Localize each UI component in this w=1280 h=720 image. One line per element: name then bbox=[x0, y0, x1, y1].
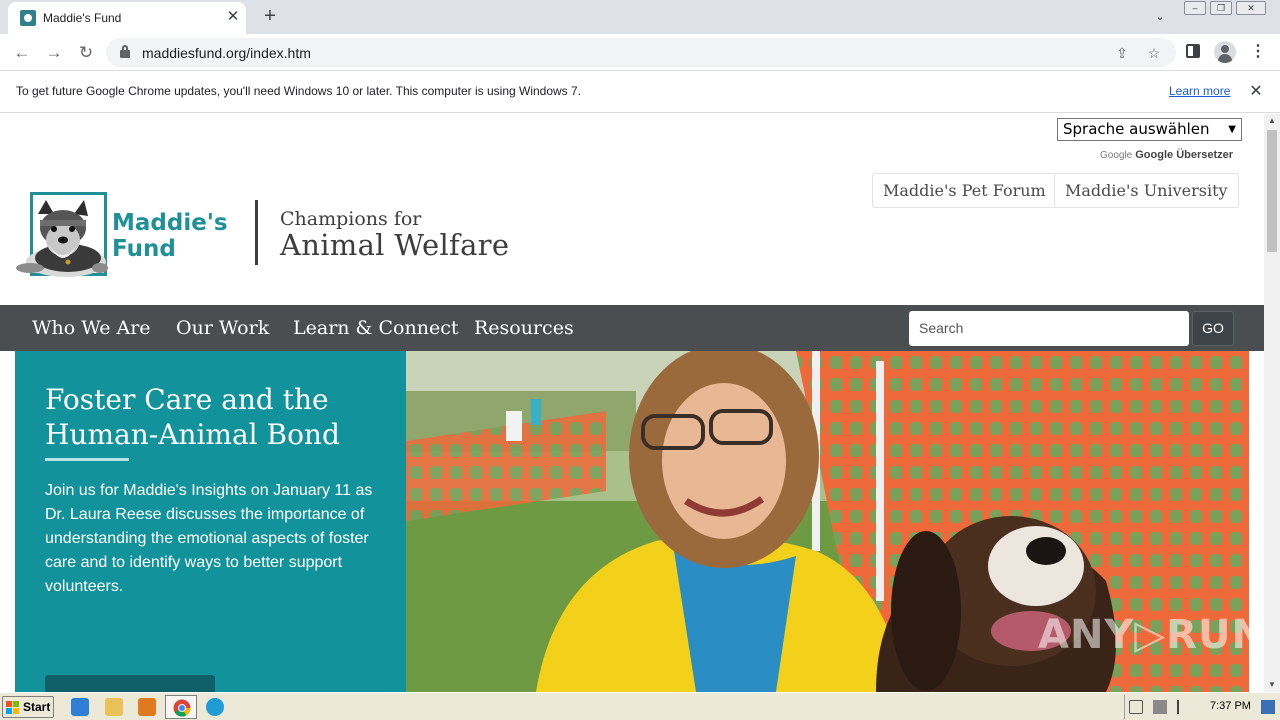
anyrun-watermark: ANY▷RUN bbox=[1038, 612, 1264, 658]
show-desktop-icon[interactable] bbox=[1261, 700, 1275, 714]
windows-logo-icon bbox=[6, 701, 19, 714]
pet-forum-link[interactable]: Maddie's Pet Forum bbox=[872, 173, 1057, 208]
tab-strip: Maddie's Fund ✕ + ⌄ – ❐ ✕ bbox=[0, 0, 1280, 34]
main-nav: Who We Are Our Work Learn & Connect Reso… bbox=[0, 305, 1264, 351]
language-select-value: Sprache auswählen bbox=[1063, 120, 1210, 138]
hero-divider bbox=[45, 458, 129, 461]
network-icon[interactable] bbox=[1153, 700, 1167, 714]
hero-description: Join us for Maddie's Insights on January… bbox=[45, 482, 373, 595]
hero-text-panel: Foster Care and the Human-Animal Bond Jo… bbox=[15, 351, 406, 692]
tab-title: Maddie's Fund bbox=[43, 11, 122, 25]
learn-more-link[interactable]: Learn more bbox=[1169, 84, 1230, 98]
logo-divider bbox=[255, 200, 258, 265]
file-explorer-icon[interactable] bbox=[105, 698, 123, 716]
reload-icon[interactable]: ↻ bbox=[74, 41, 98, 65]
hero-title[interactable]: Foster Care and the Human-Animal Bond bbox=[45, 382, 385, 452]
share-icon[interactable]: ⇪ bbox=[1111, 42, 1133, 64]
infobar-message: To get future Google Chrome updates, you… bbox=[16, 84, 582, 98]
restore-icon[interactable]: ❐ bbox=[1210, 1, 1232, 15]
system-tray: 7:37 PM bbox=[1124, 695, 1278, 719]
google-logo: Google bbox=[1100, 150, 1133, 161]
internet-explorer-icon[interactable] bbox=[71, 698, 89, 716]
new-tab-button[interactable]: + bbox=[258, 4, 282, 28]
start-button[interactable]: Start bbox=[2, 696, 54, 718]
hero-cta-button[interactable] bbox=[45, 675, 215, 692]
nav-our-work[interactable]: Our Work bbox=[176, 317, 269, 339]
page-viewport: Sprache auswählen ▼ Google Google Überset… bbox=[0, 114, 1264, 692]
nav-resources[interactable]: Resources bbox=[474, 317, 574, 339]
volume-icon[interactable] bbox=[1129, 700, 1143, 714]
edge-icon[interactable] bbox=[206, 698, 224, 716]
scroll-thumb[interactable] bbox=[1267, 130, 1277, 252]
window-close-icon[interactable]: ✕ bbox=[1236, 1, 1266, 15]
bookmark-star-icon[interactable]: ☆ bbox=[1143, 42, 1165, 64]
search-go-button[interactable]: GO bbox=[1192, 311, 1234, 346]
nav-learn-connect[interactable]: Learn & Connect bbox=[293, 317, 458, 339]
search-input[interactable]: Search bbox=[909, 311, 1189, 346]
scroll-up-icon[interactable]: ▲ bbox=[1264, 114, 1280, 128]
site-favicon-icon bbox=[20, 10, 36, 26]
translate-name: Google Übersetzer bbox=[1135, 149, 1234, 161]
browser-toolbar: ← → ↻ maddiesfund.org/index.htm ⇪ ☆ ⋮ bbox=[0, 34, 1280, 71]
lock-icon[interactable] bbox=[120, 45, 130, 58]
tab-search-icon[interactable]: ⌄ bbox=[1150, 8, 1170, 26]
google-translate-brand[interactable]: Google Google Übersetzer bbox=[1100, 149, 1233, 161]
minimize-icon[interactable]: – bbox=[1184, 1, 1206, 15]
language-select[interactable]: Sprache auswählen ▼ bbox=[1057, 118, 1242, 141]
media-player-icon[interactable] bbox=[138, 698, 156, 716]
page-scrollbar[interactable]: ▲ ▼ bbox=[1264, 114, 1280, 692]
tagline-line1: Champions for bbox=[280, 208, 422, 230]
site-logo[interactable]: Maddie's Fund bbox=[10, 192, 240, 280]
action-center-flag-icon[interactable] bbox=[1177, 700, 1191, 714]
maddies-university-link[interactable]: Maddie's University bbox=[1054, 173, 1239, 208]
tagline-line2: Animal Welfare bbox=[280, 228, 510, 262]
forward-arrow-icon[interactable]: → bbox=[42, 41, 66, 65]
schnauzer-logo-icon bbox=[16, 200, 108, 277]
taskbar-clock[interactable]: 7:37 PM bbox=[1210, 700, 1251, 712]
url-text[interactable]: maddiesfund.org/index.htm bbox=[142, 45, 311, 61]
chevron-down-icon: ▼ bbox=[1228, 124, 1236, 135]
side-panel-icon[interactable] bbox=[1186, 44, 1200, 58]
update-infobar: To get future Google Chrome updates, you… bbox=[0, 72, 1280, 113]
browser-tab[interactable]: Maddie's Fund ✕ bbox=[8, 2, 246, 34]
taskbar: Start 7:37 PM bbox=[0, 692, 1280, 720]
address-bar[interactable]: maddiesfund.org/index.htm ⇪ ☆ bbox=[106, 38, 1176, 67]
chrome-icon bbox=[173, 699, 191, 717]
tab-close-icon[interactable]: ✕ bbox=[224, 8, 242, 26]
start-label: Start bbox=[23, 700, 51, 714]
back-arrow-icon[interactable]: ← bbox=[10, 41, 34, 65]
infobar-close-icon[interactable]: ✕ bbox=[1246, 82, 1266, 102]
chrome-taskbar-button[interactable] bbox=[165, 695, 197, 719]
logo-wordmark: Maddie's Fund bbox=[112, 210, 228, 262]
scroll-down-icon[interactable]: ▼ bbox=[1264, 678, 1280, 692]
kebab-menu-icon[interactable]: ⋮ bbox=[1250, 42, 1266, 62]
profile-avatar-icon[interactable] bbox=[1214, 41, 1236, 63]
nav-who-we-are[interactable]: Who We Are bbox=[32, 317, 151, 339]
